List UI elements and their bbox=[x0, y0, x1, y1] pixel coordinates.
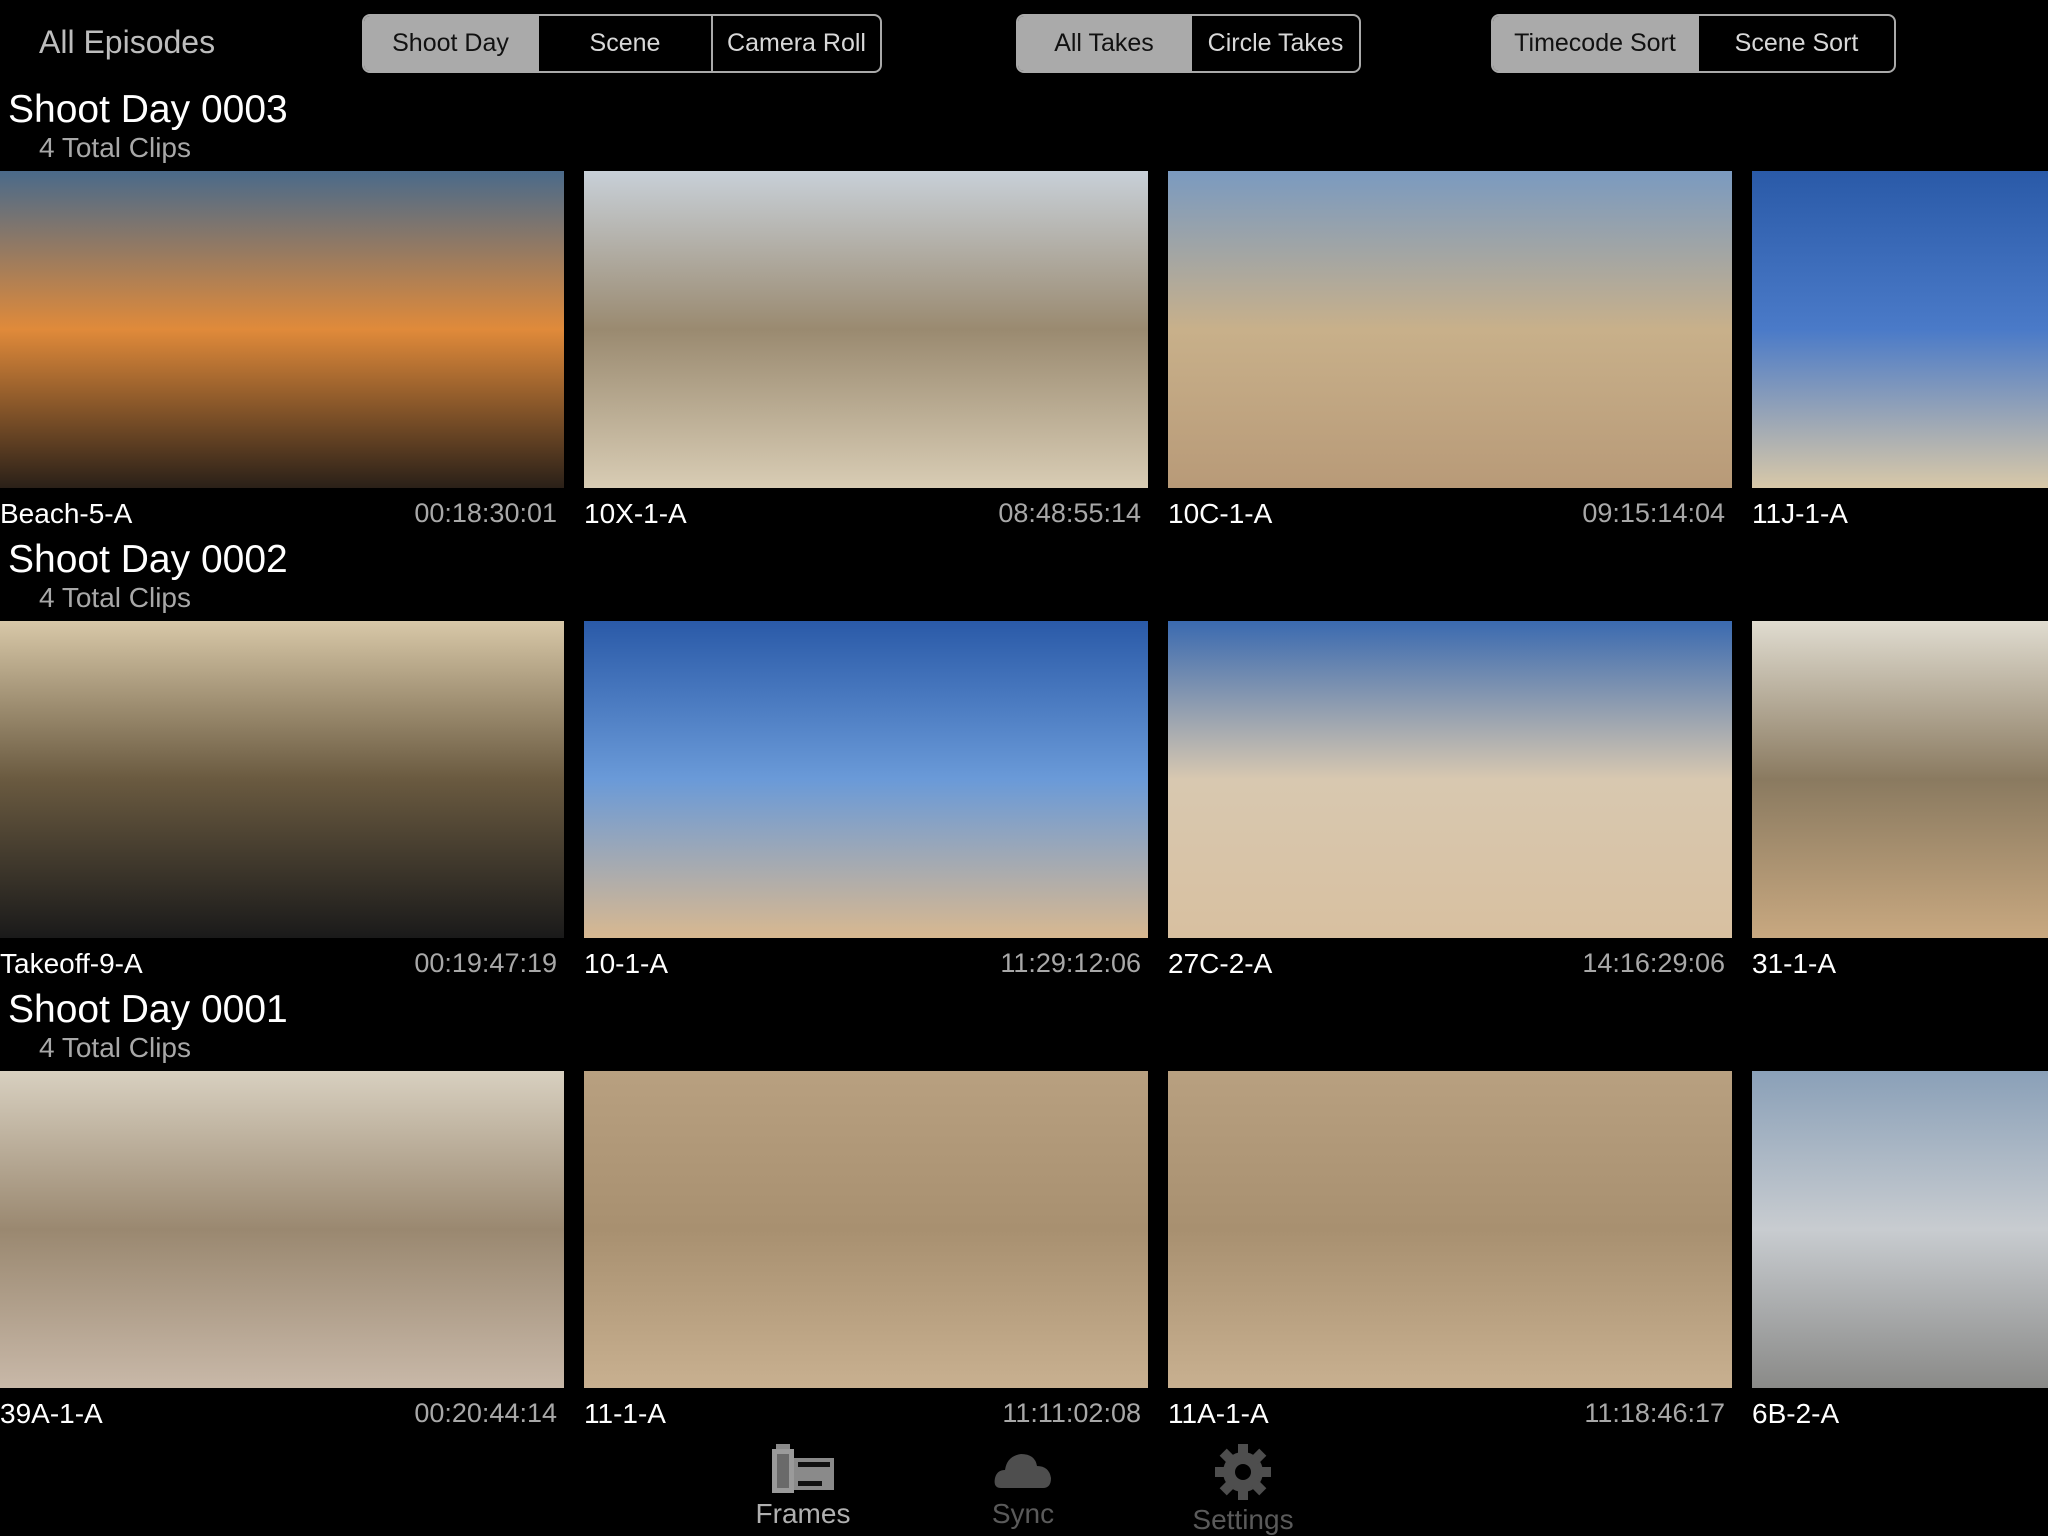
clip-thumbnail[interactable] bbox=[0, 1071, 564, 1388]
segment-scene[interactable]: Scene bbox=[537, 16, 711, 71]
clip-thumbnail[interactable] bbox=[584, 171, 1148, 488]
all-episodes-title[interactable]: All Episodes bbox=[39, 24, 215, 61]
section-clip-count: 4 Total Clips bbox=[39, 1032, 192, 1063]
clip-timecode: 09:15:14:04 bbox=[1582, 498, 1725, 528]
segment-camera-roll[interactable]: Camera Roll bbox=[711, 16, 880, 71]
clip-timecode: 00:18:30:01 bbox=[414, 498, 557, 528]
clip-thumbnail[interactable] bbox=[1168, 621, 1732, 938]
clip-name: 11A-1-A bbox=[1168, 1398, 1269, 1429]
segment-circle-takes[interactable]: Circle Takes bbox=[1190, 16, 1359, 71]
clip-name: 6B-2-A bbox=[1752, 1398, 1840, 1429]
clip-thumbnail[interactable] bbox=[584, 1071, 1148, 1388]
sort-segmented-control[interactable]: Timecode Sort Scene Sort bbox=[1491, 14, 1896, 73]
tab-settings-label: Settings bbox=[1192, 1504, 1294, 1535]
section-title: Shoot Day 0002 bbox=[8, 538, 288, 581]
clip-timecode: 00:20:44:14 bbox=[414, 1398, 557, 1428]
film-icon bbox=[772, 1444, 834, 1493]
clip-name: 11-1-A bbox=[584, 1398, 666, 1429]
tab-frames[interactable]: Frames bbox=[723, 1444, 883, 1530]
tab-frames-label: Frames bbox=[755, 1498, 851, 1529]
clip-name: Takeoff-9-A bbox=[0, 948, 143, 979]
clip-timecode: 08:48:55:14 bbox=[998, 498, 1141, 528]
section-title: Shoot Day 0001 bbox=[8, 988, 288, 1031]
clip-name: 31-1-A bbox=[1752, 948, 1837, 979]
take-filter-segmented-control[interactable]: All Takes Circle Takes bbox=[1016, 14, 1361, 73]
clip-name: 39A-1-A bbox=[0, 1398, 103, 1429]
segment-timecode-sort[interactable]: Timecode Sort bbox=[1493, 16, 1697, 71]
clip-thumbnail[interactable] bbox=[1752, 171, 2048, 488]
segment-all-takes[interactable]: All Takes bbox=[1018, 16, 1190, 71]
clip-timecode: 00:19:47:19 bbox=[414, 948, 557, 978]
section-title: Shoot Day 0003 bbox=[8, 88, 288, 131]
clip-timecode: 11:18:46:17 bbox=[1584, 1398, 1725, 1428]
clip-timecode: 11:11:02:08 bbox=[1002, 1398, 1141, 1428]
clip-thumbnail[interactable] bbox=[584, 621, 1148, 938]
tab-sync-label: Sync bbox=[991, 1498, 1055, 1529]
clip-timecode: 11:29:12:06 bbox=[1000, 948, 1141, 978]
clip-thumbnail[interactable] bbox=[1752, 621, 2048, 938]
clip-thumbnail[interactable] bbox=[1752, 1071, 2048, 1388]
clip-thumbnail[interactable] bbox=[0, 621, 564, 938]
section-clip-count: 4 Total Clips bbox=[39, 132, 192, 163]
segment-scene-sort[interactable]: Scene Sort bbox=[1697, 16, 1894, 71]
clip-name: 10X-1-A bbox=[584, 498, 687, 529]
group-by-segmented-control[interactable]: Shoot Day Scene Camera Roll bbox=[362, 14, 882, 73]
clip-name: 11J-1-A bbox=[1752, 498, 1848, 529]
clip-timecode: 14:16:29:06 bbox=[1582, 948, 1725, 978]
clip-name: 10-1-A bbox=[584, 948, 669, 979]
segment-shoot-day[interactable]: Shoot Day bbox=[364, 16, 537, 71]
tab-sync[interactable]: Sync bbox=[943, 1444, 1103, 1530]
tab-settings[interactable]: Settings bbox=[1163, 1444, 1323, 1536]
section-clip-count: 4 Total Clips bbox=[39, 582, 192, 613]
clip-name: 27C-2-A bbox=[1168, 948, 1273, 979]
gear-icon bbox=[1215, 1444, 1271, 1500]
clip-name: 10C-1-A bbox=[1168, 498, 1273, 529]
clip-thumbnail[interactable] bbox=[0, 171, 564, 488]
clip-name: Beach-5-A bbox=[0, 498, 133, 529]
clip-thumbnail[interactable] bbox=[1168, 171, 1732, 488]
clip-thumbnail[interactable] bbox=[1168, 1071, 1732, 1388]
cloud-icon bbox=[994, 1454, 1051, 1488]
